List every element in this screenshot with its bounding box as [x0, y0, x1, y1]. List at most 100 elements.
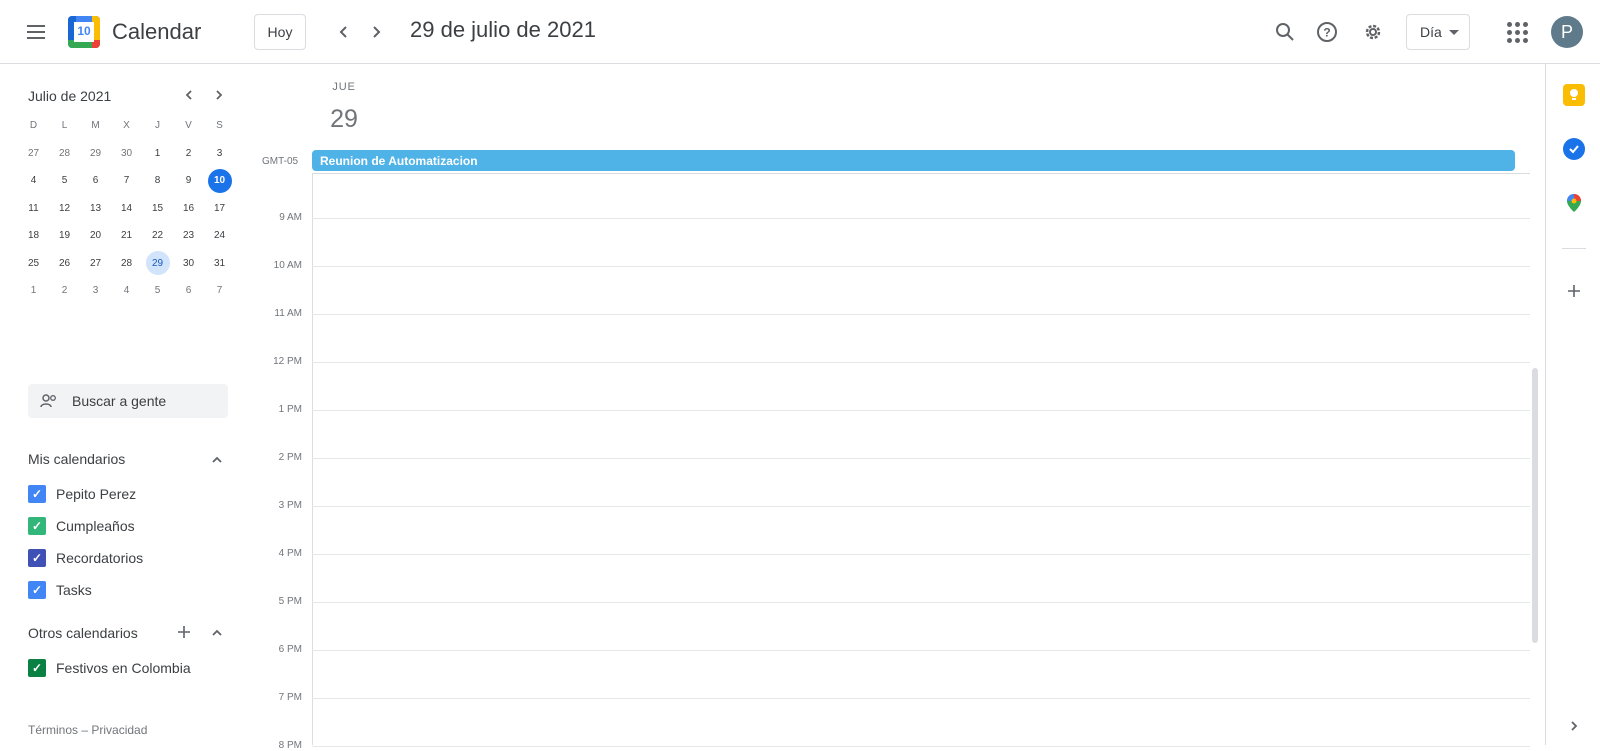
mini-calendar-day[interactable]: 15	[142, 196, 173, 220]
hour-label: 2 PM	[278, 452, 302, 463]
mini-calendar-day[interactable]: 6	[173, 279, 204, 303]
timezone-label: GMT-05	[262, 156, 299, 167]
mini-calendar-day[interactable]: 29	[142, 251, 173, 276]
mini-calendar-day[interactable]: 7	[204, 279, 235, 303]
mini-calendar-week: 18 19 20 21 22 23 24	[18, 222, 238, 250]
mini-calendar-day[interactable]: 21	[111, 224, 142, 248]
search-people-input[interactable]: Buscar a gente	[28, 384, 228, 418]
my-calendars-title[interactable]: Mis calendarios	[28, 451, 125, 467]
calendar-checkbox[interactable]: ✓	[28, 485, 46, 503]
google-apps-icon[interactable]	[1505, 20, 1529, 44]
mini-calendar-next-icon[interactable]	[208, 84, 230, 106]
mini-calendar-day[interactable]: 1	[18, 279, 49, 303]
calendar-list-item[interactable]: ✓ Cumpleaños	[28, 514, 135, 538]
today-button[interactable]: Hoy	[254, 14, 306, 50]
mini-calendar-day[interactable]: 3	[80, 279, 111, 303]
mini-calendar-day[interactable]: 20	[80, 224, 111, 248]
mini-calendar-day[interactable]: 4	[111, 279, 142, 303]
hamburger-menu-icon[interactable]	[20, 16, 52, 48]
mini-calendar-day[interactable]: 9	[173, 169, 204, 193]
keep-icon[interactable]	[1563, 84, 1585, 106]
hour-gridline	[312, 266, 1530, 267]
mini-calendar-day[interactable]: 26	[49, 251, 80, 275]
mini-calendar-day[interactable]: 16	[173, 196, 204, 220]
mini-calendar-day[interactable]: 4	[18, 169, 49, 193]
mini-calendar-day[interactable]: 14	[111, 196, 142, 220]
mini-calendar-day[interactable]: 2	[49, 279, 80, 303]
chevron-up-icon[interactable]	[207, 450, 227, 470]
mini-calendar-day[interactable]: 25	[18, 251, 49, 275]
mini-calendar-day[interactable]: 7	[111, 169, 142, 193]
other-calendars-title[interactable]: Otros calendarios	[28, 625, 138, 641]
mini-calendar-day[interactable]: 6	[80, 169, 111, 193]
mini-calendar-day[interactable]: 13	[80, 196, 111, 220]
mini-calendar-day[interactable]: 31	[204, 251, 235, 275]
day-label: 29	[145, 251, 170, 276]
mini-calendar-day[interactable]: 30	[173, 251, 204, 275]
mini-calendar-day[interactable]: 2	[173, 141, 204, 165]
day-header[interactable]: JUE 29	[330, 81, 358, 134]
expand-panel-icon[interactable]	[1563, 715, 1585, 737]
hour-gridline	[312, 746, 1530, 747]
top-app-bar: 10 Calendar Hoy 29 de julio de 2021 ? Dí…	[0, 0, 1600, 64]
mini-calendar-day[interactable]: 23	[173, 224, 204, 248]
calendar-list-item[interactable]: ✓ Festivos en Colombia	[28, 656, 191, 680]
account-avatar[interactable]: P	[1551, 16, 1583, 48]
settings-gear-icon[interactable]	[1361, 20, 1385, 44]
calendar-list-item[interactable]: ✓ Recordatorios	[28, 546, 143, 570]
hour-gridline	[312, 650, 1530, 651]
mini-calendar-day[interactable]: 17	[204, 196, 235, 220]
next-period-icon[interactable]	[362, 18, 390, 46]
mini-calendar-day[interactable]: 29	[80, 141, 111, 165]
mini-calendar-day[interactable]: 18	[18, 224, 49, 248]
mini-calendar-prev-icon[interactable]	[178, 84, 200, 106]
tasks-icon[interactable]	[1563, 138, 1585, 160]
calendar-checkbox[interactable]: ✓	[28, 517, 46, 535]
search-people-placeholder: Buscar a gente	[72, 393, 167, 409]
mini-calendar-day[interactable]: 12	[49, 196, 80, 220]
mini-calendar-day[interactable]: 5	[142, 279, 173, 303]
day-label: 11	[28, 202, 39, 214]
mini-calendar-day[interactable]: 11	[18, 196, 49, 220]
all-day-event[interactable]: Reunion de Automatizacion	[312, 150, 1515, 171]
mini-calendar-day[interactable]: 30	[111, 141, 142, 165]
hour-label: 10 AM	[273, 260, 302, 271]
mini-calendar-day[interactable]: 24	[204, 224, 235, 248]
calendar-checkbox[interactable]: ✓	[28, 549, 46, 567]
chevron-up-icon[interactable]	[207, 623, 227, 643]
maps-icon[interactable]	[1563, 192, 1585, 214]
add-addon-icon[interactable]	[1563, 280, 1585, 302]
search-icon[interactable]	[1273, 20, 1297, 44]
hour-label: 8 PM	[278, 740, 302, 751]
mini-calendar-day[interactable]: 28	[111, 251, 142, 275]
calendar-checkbox[interactable]: ✓	[28, 581, 46, 599]
help-icon[interactable]: ?	[1315, 20, 1339, 44]
hour-gridline	[312, 554, 1530, 555]
view-selector-dropdown[interactable]: Día	[1406, 14, 1470, 50]
mini-calendar-day[interactable]: 8	[142, 169, 173, 193]
scrollbar-thumb[interactable]	[1532, 368, 1538, 643]
mini-calendar-day[interactable]: 3	[204, 141, 235, 165]
mini-calendar-day[interactable]: 27	[18, 141, 49, 165]
day-label: 4	[30, 175, 37, 187]
mini-calendar-day[interactable]: 1	[142, 141, 173, 165]
day-of-week: JUE	[332, 81, 356, 93]
previous-period-icon[interactable]	[330, 18, 358, 46]
calendar-list-item[interactable]: ✓ Pepito Perez	[28, 482, 136, 506]
mini-calendar-day[interactable]: 10	[204, 168, 235, 193]
mini-calendar-day[interactable]: 19	[49, 224, 80, 248]
day-label: 13	[89, 202, 102, 214]
chevron-down-icon	[1449, 30, 1459, 35]
day-number[interactable]: 29	[330, 105, 358, 134]
add-other-calendar-icon[interactable]	[174, 622, 194, 642]
calendar-list-item[interactable]: ✓ Tasks	[28, 578, 92, 602]
footer-links[interactable]: Términos – Privacidad	[28, 723, 147, 737]
day-label: 2	[185, 147, 192, 159]
mini-calendar-day[interactable]: 27	[80, 251, 111, 275]
hour-label: 7 PM	[278, 692, 302, 703]
mini-calendar-day[interactable]: 5	[49, 169, 80, 193]
mini-calendar-day[interactable]: 22	[142, 224, 173, 248]
calendar-checkbox[interactable]: ✓	[28, 659, 46, 677]
logo-number: 10	[77, 24, 91, 38]
mini-calendar-day[interactable]: 28	[49, 141, 80, 165]
